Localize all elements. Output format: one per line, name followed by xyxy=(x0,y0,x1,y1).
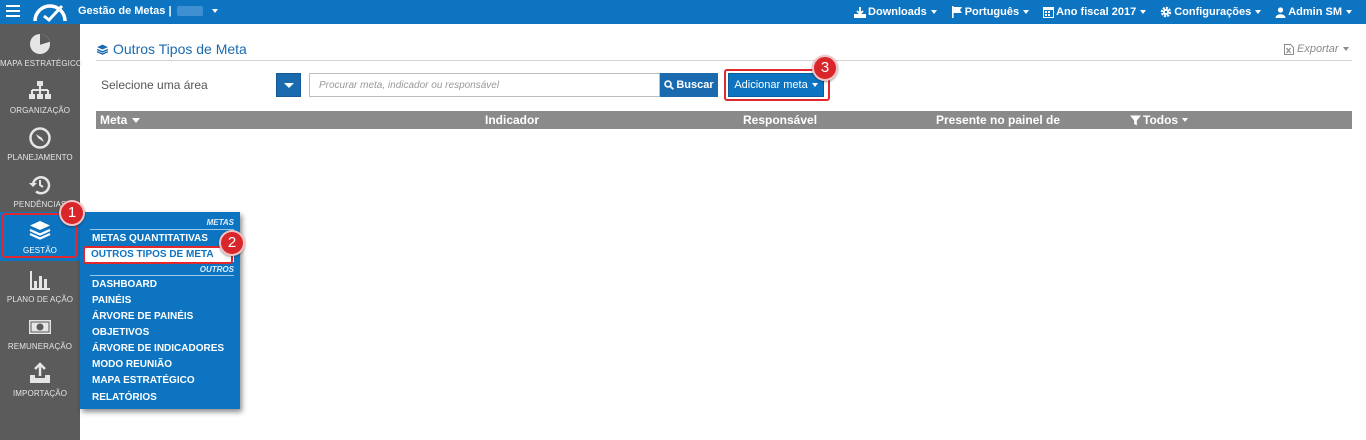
export-menu[interactable]: Exportar xyxy=(1284,43,1349,55)
section-outros-heading: Outros xyxy=(199,265,234,274)
app-title[interactable]: Gestão de Metas | xyxy=(78,5,218,17)
layers-icon xyxy=(29,221,51,240)
column-responsavel[interactable]: Responsável xyxy=(743,113,817,127)
menu-item-metas-quantitativas[interactable]: METAS QUANTITATIVAS xyxy=(92,233,208,244)
user-icon xyxy=(1275,6,1286,18)
bar-chart-icon xyxy=(30,271,50,290)
chevron-down-icon xyxy=(930,10,937,14)
pie-chart-icon xyxy=(30,34,50,54)
download-icon xyxy=(854,6,867,18)
top-bar: Gestão de Metas | Downloads Português An… xyxy=(0,0,1366,24)
redacted-company xyxy=(176,6,203,17)
annotation-badge-1: 1 xyxy=(59,200,85,226)
sidebar-item-mapa-estrategico[interactable]: Mapa Estratégico xyxy=(0,28,82,75)
layers-icon xyxy=(96,44,109,55)
column-indicador[interactable]: Indicador xyxy=(485,113,539,127)
sort-down-icon xyxy=(132,117,141,123)
column-presente-no-painel[interactable]: Presente no painel de xyxy=(936,113,1060,127)
divider xyxy=(90,229,234,230)
title-divider xyxy=(96,60,1352,61)
chevron-down-icon xyxy=(1255,10,1262,14)
menu-item-paineis[interactable]: PAINÉIS xyxy=(92,295,131,306)
sidebar-item-remuneracao[interactable]: Remuneração xyxy=(0,311,80,358)
chevron-down-icon xyxy=(211,9,218,14)
top-nav: Downloads Português Ano fiscal 2017 Conf… xyxy=(840,0,1352,24)
org-chart-icon xyxy=(29,81,51,99)
user-menu[interactable]: Admin SM xyxy=(1275,6,1352,18)
area-select-label: Selecione uma área xyxy=(101,78,208,92)
menu-item-objetivos[interactable]: OBJETIVOS xyxy=(92,327,149,338)
excel-file-icon xyxy=(1284,43,1294,55)
menu-item-mapa-estrategico[interactable]: MAPA ESTRATÉGICO xyxy=(92,375,195,386)
upload-icon xyxy=(30,362,50,383)
search-button[interactable]: Buscar xyxy=(660,73,718,97)
filter-icon xyxy=(1130,115,1141,125)
sidebar-item-planejamento[interactable]: Planejamento xyxy=(0,122,80,169)
fiscal-year-menu[interactable]: Ano fiscal 2017 xyxy=(1043,6,1147,18)
menu-item-arvore-de-paineis[interactable]: ÁRVORE DE PAINÉIS xyxy=(92,311,193,322)
table-header: Meta Indicador Responsável Presente no p… xyxy=(96,111,1352,129)
flag-icon xyxy=(951,6,962,18)
chevron-down-icon xyxy=(1023,10,1030,14)
column-meta[interactable]: Meta xyxy=(100,113,141,127)
money-icon xyxy=(29,320,51,334)
menu-item-arvore-de-indicadores[interactable]: ÁRVORE DE INDICADORES xyxy=(92,343,224,354)
search-input[interactable] xyxy=(309,73,660,97)
column-filter[interactable]: Todos xyxy=(1130,113,1189,127)
chevron-down-icon xyxy=(1182,118,1189,122)
menu-item-modo-reuniao[interactable]: MODO REUNIÃO xyxy=(92,359,172,370)
menu-item-dashboard[interactable]: DASHBOARD xyxy=(92,279,157,290)
history-icon xyxy=(29,176,51,195)
chevron-down-icon xyxy=(1140,10,1147,14)
annotation-badge-3: 3 xyxy=(812,55,838,81)
calendar-icon xyxy=(1043,7,1055,18)
hamburger-menu-icon[interactable] xyxy=(6,5,20,18)
gear-icon xyxy=(1161,6,1172,18)
page-title: Outros Tipos de Meta xyxy=(96,41,247,57)
sidebar: Mapa Estratégico Organização Planejament… xyxy=(0,24,82,440)
chevron-down-icon xyxy=(811,83,818,87)
sidebar-item-organizacao[interactable]: Organização xyxy=(0,75,80,122)
compass-icon xyxy=(29,127,51,149)
search-icon xyxy=(664,80,675,90)
area-dropdown-button[interactable] xyxy=(276,73,301,97)
chevron-down-icon xyxy=(1346,10,1352,14)
settings-menu[interactable]: Configurações xyxy=(1160,6,1262,18)
sidebar-item-plano-de-acao[interactable]: Plano de Ação xyxy=(0,264,80,311)
menu-item-outros-tipos-de-meta[interactable]: OUTROS TIPOS DE META xyxy=(84,247,234,262)
downloads-menu[interactable]: Downloads xyxy=(854,6,937,18)
chevron-down-icon xyxy=(1342,47,1349,51)
divider xyxy=(90,275,234,276)
sidebar-item-importacao[interactable]: Importação xyxy=(0,358,80,405)
menu-item-relatorios[interactable]: RELATÓRIOS xyxy=(92,392,157,403)
add-meta-button[interactable]: Adicionar meta xyxy=(728,73,824,97)
section-metas-heading: Metas xyxy=(206,218,234,227)
gestao-flyout-menu: Metas METAS QUANTITATIVAS OUTROS TIPOS D… xyxy=(80,212,240,409)
language-menu[interactable]: Português xyxy=(951,6,1030,18)
annotation-badge-2: 2 xyxy=(219,230,245,256)
gauge-logo-icon xyxy=(33,4,67,23)
